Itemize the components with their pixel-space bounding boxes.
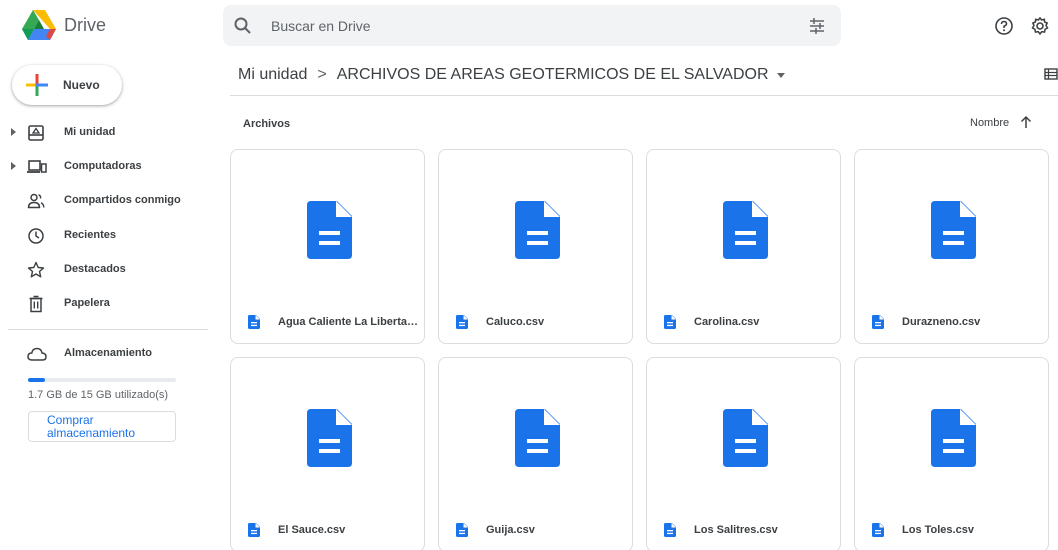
document-icon [248, 315, 260, 329]
file-card-footer: Guija.csv [439, 511, 632, 550]
breadcrumb-current-folder[interactable]: ARCHIVOS DE AREAS GEOTERMICOS DE EL SALV… [337, 66, 769, 83]
clock-icon [28, 228, 44, 244]
search-icon[interactable] [233, 16, 253, 36]
document-thumbnail-icon [307, 409, 352, 467]
file-card-footer: Carolina.csv [647, 303, 840, 343]
sidebar-item-my-drive[interactable]: Mi unidad [0, 118, 210, 148]
sort-by-button[interactable]: Nombre [970, 117, 1009, 129]
document-thumbnail-icon [723, 409, 768, 467]
sidebar-item-computers[interactable]: Computadoras [0, 152, 210, 182]
search-bar[interactable]: Buscar en Drive [223, 5, 841, 46]
document-thumbnail-icon [931, 409, 976, 467]
document-icon [456, 523, 468, 537]
storage-progress-bar [28, 378, 176, 382]
file-name: Caluco.csv [486, 316, 545, 328]
file-card[interactable]: Los Salitres.csv [646, 357, 841, 550]
star-icon [27, 261, 45, 278]
file-card-footer: Los Salitres.csv [647, 511, 840, 550]
file-name: Los Toles.csv [902, 524, 974, 536]
expand-arrow-icon[interactable] [11, 162, 16, 170]
document-thumbnail-icon [723, 201, 768, 259]
sidebar-item-label: Compartidos conmigo [64, 194, 181, 206]
document-icon [872, 523, 884, 537]
sidebar-item-label: Recientes [64, 229, 116, 241]
buy-storage-button[interactable]: Comprar almacenamiento [28, 411, 176, 442]
drive-logo-icon[interactable] [22, 10, 56, 40]
main-divider [230, 95, 1058, 96]
new-button[interactable]: Nuevo [12, 65, 122, 105]
my-drive-icon [28, 125, 44, 141]
file-card-footer: Caluco.csv [439, 303, 632, 343]
document-icon [456, 315, 468, 329]
list-view-icon[interactable] [1044, 67, 1058, 81]
sort-direction-arrow-icon[interactable] [1019, 114, 1033, 130]
folder-menu-caret-icon[interactable] [776, 72, 785, 78]
breadcrumb: Mi unidad > ARCHIVOS DE AREAS GEOTERMICOS … [238, 66, 785, 84]
sidebar-item-label: Mi unidad [64, 126, 116, 138]
sidebar-item-label: Destacados [64, 263, 126, 275]
document-thumbnail-icon [307, 201, 352, 259]
computer-icon [27, 160, 47, 173]
breadcrumb-root[interactable]: Mi unidad [238, 66, 307, 83]
file-card-footer: Los Toles.csv [855, 511, 1048, 550]
sidebar-item-label: Computadoras [64, 160, 142, 172]
cloud-icon [27, 347, 47, 361]
file-card[interactable]: Carolina.csv [646, 149, 841, 344]
document-icon [248, 523, 260, 537]
sidebar-item-storage[interactable]: Almacenamiento [0, 339, 210, 369]
top-bar: Drive Buscar en Drive [0, 0, 1058, 52]
document-thumbnail-icon [515, 201, 560, 259]
shared-icon [27, 193, 45, 209]
storage-usage-text: 1.7 GB de 15 GB utilizado(s) [28, 389, 169, 401]
trash-icon [29, 295, 43, 313]
file-name: Los Salitres.csv [694, 524, 778, 536]
document-icon [664, 315, 676, 329]
file-name: Guija.csv [486, 524, 535, 536]
file-card[interactable]: Durazneno.csv [854, 149, 1049, 344]
file-card[interactable]: Caluco.csv [438, 149, 633, 344]
app-name: Drive [64, 15, 107, 35]
buy-storage-label: Comprar almacenamiento [47, 413, 136, 440]
sidebar-divider [8, 329, 208, 330]
help-icon[interactable] [994, 16, 1014, 36]
breadcrumb-separator: > [317, 66, 327, 83]
file-card[interactable]: Agua Caliente La Libertad... [230, 149, 425, 344]
file-card[interactable]: Los Toles.csv [854, 357, 1049, 550]
file-card-footer: Agua Caliente La Libertad... [231, 303, 424, 343]
document-icon [872, 315, 884, 329]
file-name: Carolina.csv [694, 316, 760, 328]
file-name: Durazneno.csv [902, 316, 981, 328]
file-card[interactable]: Guija.csv [438, 357, 633, 550]
sidebar-item-label: Papelera [64, 297, 110, 309]
storage-label: Almacenamiento [64, 347, 153, 359]
file-card-footer: Durazneno.csv [855, 303, 1048, 343]
search-input[interactable]: Buscar en Drive [271, 18, 371, 34]
document-icon [664, 523, 676, 537]
document-thumbnail-icon [515, 409, 560, 467]
file-name: El Sauce.csv [278, 524, 346, 536]
plus-icon [26, 74, 48, 96]
expand-arrow-icon[interactable] [11, 128, 16, 136]
sidebar-item-starred[interactable]: Destacados [0, 255, 210, 285]
file-card[interactable]: El Sauce.csv [230, 357, 425, 550]
storage-progress-fill [28, 378, 45, 382]
file-name: Agua Caliente La Libertad... [278, 316, 418, 328]
search-options-icon[interactable] [807, 16, 827, 36]
settings-icon[interactable] [1030, 16, 1050, 36]
sidebar-item-trash[interactable]: Papelera [0, 289, 210, 319]
file-card-footer: El Sauce.csv [231, 511, 424, 550]
new-button-label: Nuevo [63, 78, 100, 92]
document-thumbnail-icon [931, 201, 976, 259]
sidebar-item-recent[interactable]: Recientes [0, 221, 210, 251]
section-title: Archivos [243, 118, 291, 130]
sidebar-item-shared[interactable]: Compartidos conmigo [0, 186, 210, 216]
